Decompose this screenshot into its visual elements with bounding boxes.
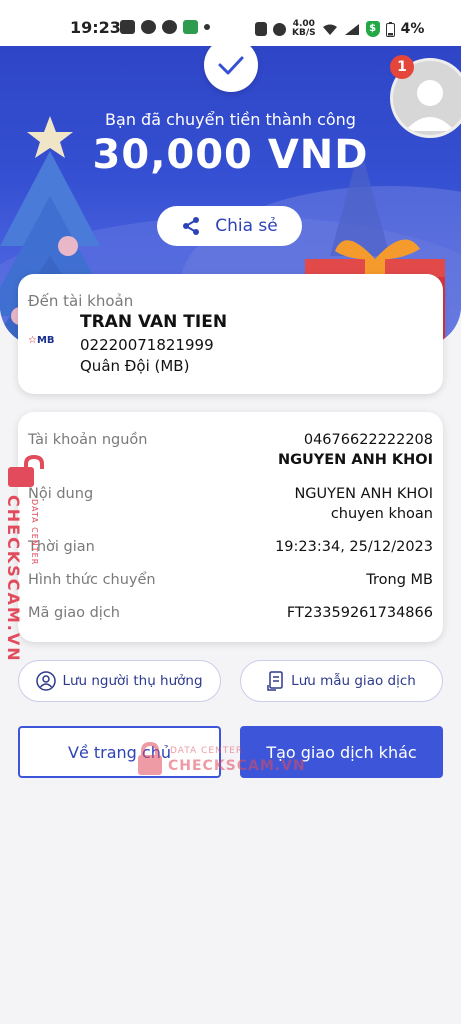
alarm-icon bbox=[273, 22, 286, 36]
detail-row-source-account: Tài khoản nguồn 04676622222208 NGUYEN AN… bbox=[28, 432, 433, 472]
banking-app-icon bbox=[183, 20, 198, 34]
transaction-details-card: Tài khoản nguồn 04676622222208 NGUYEN AN… bbox=[18, 412, 443, 642]
detail-row-time: Thời gian 19:23:34, 25/12/2023 bbox=[28, 539, 433, 559]
battery-level: 4% bbox=[400, 21, 425, 37]
system-icons: 4.00 KB/S $ 4% bbox=[255, 20, 424, 38]
success-check-badge bbox=[204, 38, 258, 92]
transfer-content-line1: NGUYEN ANH KHOI bbox=[294, 486, 433, 502]
notification-badge: 1 bbox=[390, 55, 414, 79]
share-label: Chia sẻ bbox=[215, 216, 278, 236]
checkmark-icon bbox=[218, 56, 244, 75]
wifi-icon bbox=[322, 24, 337, 35]
detail-row-content: Nội dung NGUYEN ANH KHOI chuyen khoan bbox=[28, 486, 433, 526]
watermark-text: CHECKSCAM.VN bbox=[168, 758, 306, 774]
save-recipient-label: Lưu người thụ hưởng bbox=[62, 673, 203, 689]
signal-icon bbox=[344, 23, 359, 35]
transfer-type: Trong MB bbox=[366, 572, 433, 588]
watermark-center: DATA CENTER CHECKSCAM.VN bbox=[136, 742, 306, 782]
success-message: Bạn đã chuyển tiền thành công bbox=[105, 110, 356, 129]
nfc-icon bbox=[255, 22, 267, 36]
status-time: 19:23 bbox=[70, 18, 121, 37]
document-icon bbox=[267, 671, 283, 691]
mb-logo-text: MB bbox=[36, 335, 55, 346]
user-circle-icon bbox=[36, 671, 57, 691]
speed-unit: KB/S bbox=[292, 28, 316, 38]
recipient-account-number: 02220071821999 bbox=[80, 336, 214, 354]
transfer-time: 19:23:34, 25/12/2023 bbox=[275, 539, 433, 555]
watermark-text: CHECKSCAM.VN bbox=[4, 495, 23, 663]
battery-icon bbox=[385, 21, 395, 37]
recipient-label: Đến tài khoản bbox=[28, 292, 134, 310]
watermark-lock-icon bbox=[138, 742, 162, 775]
source-account-number: 04676622222208 bbox=[303, 432, 433, 448]
watermark-lock-icon bbox=[8, 455, 44, 487]
more-notifications-icon bbox=[204, 24, 210, 30]
share-button[interactable]: Chia sẻ bbox=[157, 206, 302, 246]
watermark-subtext: DATA CENTER bbox=[170, 746, 244, 756]
save-template-label: Lưu mẫu giao dịch bbox=[291, 673, 416, 689]
security-shield-icon: $ bbox=[365, 21, 380, 37]
notification-app-icon bbox=[141, 20, 156, 34]
notification-icons bbox=[120, 20, 210, 34]
source-account-name: NGUYEN ANH KHOI bbox=[277, 452, 433, 468]
network-speed: 4.00 KB/S bbox=[292, 20, 316, 38]
transfer-content-line2: chuyen khoan bbox=[330, 506, 433, 522]
recipient-card: Đến tài khoản ☆MB TRAN VAN TIEN 02220071… bbox=[18, 274, 443, 394]
transfer-success-screen: 19:23 4.00 KB/S $ 4% Bạn đã chuyển tiền … bbox=[0, 0, 461, 1024]
share-icon bbox=[183, 217, 200, 235]
status-bar: 19:23 4.00 KB/S $ 4% bbox=[0, 0, 461, 46]
chat-app-icon bbox=[120, 20, 135, 34]
save-template-button[interactable]: Lưu mẫu giao dịch bbox=[240, 660, 443, 702]
detail-row-transfer-type: Hình thức chuyển Trong MB bbox=[28, 572, 433, 592]
messenger-icon bbox=[162, 20, 177, 34]
save-recipient-button[interactable]: Lưu người thụ hưởng bbox=[18, 660, 221, 702]
watermark-vertical: CHECKSCAM.VN DATA CENTER bbox=[4, 455, 50, 663]
recipient-name: TRAN VAN TIEN bbox=[80, 312, 228, 332]
transaction-id: FT23359261734866 bbox=[286, 605, 433, 621]
detail-label: Tài khoản nguồn bbox=[28, 432, 148, 448]
transfer-amount: 30,000 VND bbox=[92, 132, 369, 178]
detail-row-transaction-id: Mã giao dịch FT23359261734866 bbox=[28, 605, 433, 625]
watermark-subtext: DATA CENTER bbox=[30, 499, 39, 566]
mb-bank-logo: ☆MB bbox=[28, 335, 55, 346]
recipient-bank: Quân Đội (MB) bbox=[80, 357, 190, 375]
